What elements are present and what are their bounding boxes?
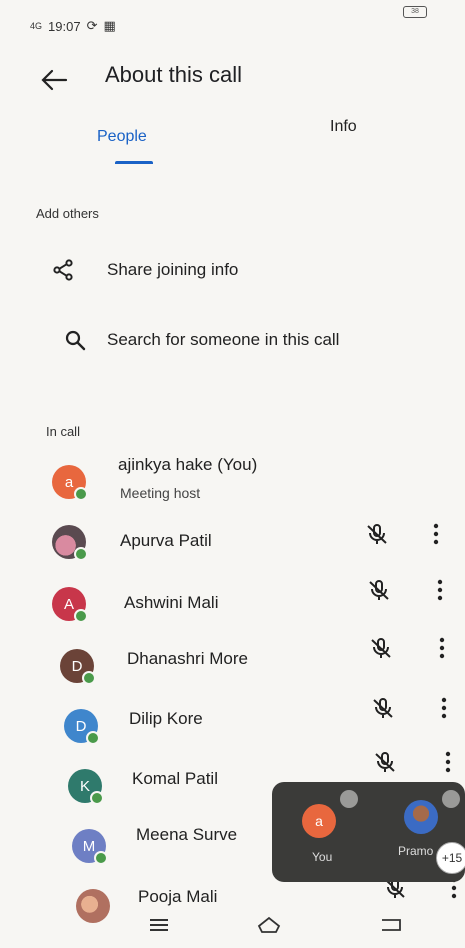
avatar — [52, 525, 88, 561]
signal-indicator: 4G — [30, 20, 43, 31]
participant-name: Meena Surve — [136, 825, 238, 844]
share-joining-info-label: Share joining info — [107, 260, 239, 279]
add-others-heading: Add others — [36, 206, 99, 221]
participant-row[interactable]: D Dilip Kore — [0, 697, 465, 757]
avatar: A — [52, 587, 88, 623]
mic-off-badge-icon — [442, 790, 460, 808]
participant-row-host[interactable]: a ajinkya hake (You) Meeting host — [0, 453, 465, 513]
more-options-icon[interactable] — [438, 637, 446, 659]
online-status-dot — [94, 851, 108, 865]
more-options-icon[interactable] — [436, 579, 444, 601]
participant-name: ajinkya hake (You) — [118, 455, 258, 474]
participant-row[interactable]: A Ashwini Mali — [0, 575, 465, 635]
participant-role: Meeting host — [120, 485, 201, 501]
avatar: M — [72, 829, 108, 865]
avatar-initial: A — [63, 595, 74, 613]
avatar: K — [68, 769, 104, 805]
mic-off-icon[interactable] — [370, 637, 392, 659]
avatar-initial: a — [64, 473, 74, 491]
online-status-dot — [74, 487, 88, 501]
participant-name: Apurva Patil — [120, 531, 212, 550]
share-icon — [53, 259, 73, 281]
participant-name: Dhanashri More — [127, 649, 248, 668]
tab-info[interactable]: Info — [330, 118, 357, 136]
more-options-icon[interactable] — [444, 751, 452, 773]
avatar-initial: D — [75, 717, 87, 735]
tab-people[interactable]: People — [97, 128, 147, 146]
mic-off-badge-icon — [340, 790, 358, 808]
home-icon[interactable] — [256, 914, 282, 936]
online-status-dot — [86, 731, 100, 745]
avatar-initial: a — [315, 813, 323, 829]
system-nav-bar — [0, 904, 465, 948]
participant-row[interactable]: Apurva Patil — [0, 513, 465, 573]
mic-off-icon[interactable] — [374, 751, 396, 773]
battery-icon: 38 — [403, 6, 427, 18]
tab-indicator — [115, 161, 153, 164]
participant-row[interactable]: D Dhanashri More — [0, 635, 465, 695]
back-nav-icon[interactable] — [378, 914, 404, 936]
pip-avatar-other — [404, 800, 438, 834]
participant-name: Dilip Kore — [129, 709, 203, 728]
more-options-icon[interactable] — [440, 697, 448, 719]
mic-off-icon[interactable] — [366, 523, 388, 545]
participant-name: Ashwini Mali — [124, 593, 219, 612]
online-status-dot — [74, 547, 88, 561]
menu-icon[interactable] — [146, 914, 172, 936]
search-participants-field[interactable]: Search for someone in this call — [0, 318, 465, 362]
avatar-initial: D — [71, 657, 83, 675]
more-options-icon[interactable] — [432, 523, 440, 545]
more-participants-badge[interactable]: +15 — [436, 842, 465, 874]
page-title: About this call — [105, 62, 242, 87]
status-bar: 4G 19:07 ⟳ ▦ — [30, 18, 116, 34]
in-call-heading: In call — [46, 424, 80, 439]
status-time: 19:07 — [48, 18, 81, 34]
sync-icon: ⟳ — [86, 18, 98, 33]
avatar-initial: M — [82, 837, 96, 855]
mic-off-icon[interactable] — [368, 579, 390, 601]
mic-off-icon[interactable] — [372, 697, 394, 719]
notification-icon: ▦ — [103, 18, 116, 33]
participant-name: Komal Patil — [132, 769, 218, 788]
search-icon — [65, 330, 86, 351]
online-status-dot — [82, 671, 96, 685]
pip-label-you: You — [312, 850, 333, 864]
avatar: D — [64, 709, 100, 745]
avatar-initial: K — [79, 777, 90, 795]
avatar: a — [52, 465, 88, 501]
online-status-dot — [74, 609, 88, 623]
online-status-dot — [90, 791, 104, 805]
avatar: D — [60, 649, 96, 685]
back-arrow-icon[interactable] — [40, 68, 68, 92]
tab-bar: People Info — [0, 112, 465, 172]
pip-label-other: Pramo — [398, 844, 434, 858]
share-joining-info-button[interactable]: Share joining info — [0, 248, 465, 292]
pip-avatar-you: a — [302, 804, 336, 838]
app-bar: About this call — [0, 58, 465, 98]
call-preview-overlay[interactable]: a You Pramo — [272, 782, 465, 882]
search-participants-label: Search for someone in this call — [107, 330, 340, 349]
